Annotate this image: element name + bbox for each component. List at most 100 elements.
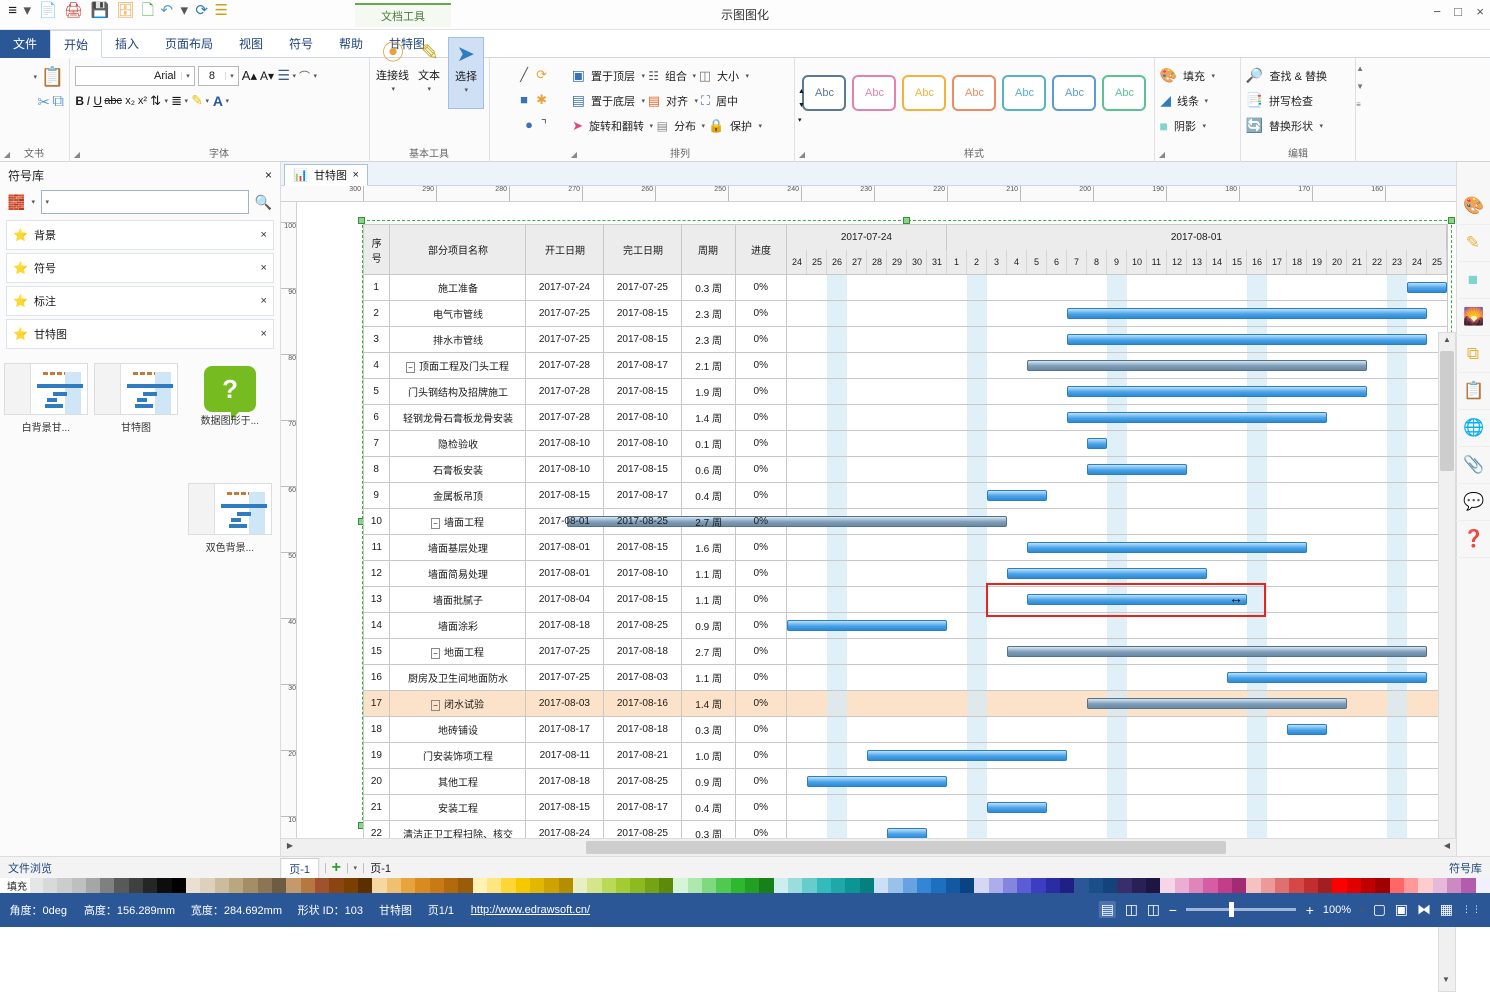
font-size-combo[interactable]: ▾ 8: [198, 65, 239, 86]
protect-caret-icon[interactable]: ▾: [758, 122, 762, 130]
palette-swatch[interactable]: [415, 878, 430, 893]
gantt-bar[interactable]: [1007, 568, 1207, 579]
style-swatch[interactable]: Abc: [802, 74, 847, 111]
horizontal-scroll-thumb[interactable]: [586, 841, 1226, 854]
print-icon[interactable]: 🖨: [64, 2, 83, 19]
gantt-bar-cell[interactable]: [786, 482, 1448, 509]
replace-shape-caret-icon[interactable]: ▾: [1319, 122, 1323, 130]
grid-icon[interactable]: ▦: [1440, 901, 1453, 918]
protect-button[interactable]: 保护: [727, 117, 755, 135]
palette-swatch[interactable]: [186, 878, 201, 893]
palette-swatch[interactable]: [128, 878, 144, 893]
gantt-bar-cell[interactable]: [786, 274, 1448, 301]
distribute-button[interactable]: 分布: [671, 117, 699, 135]
favorite-icon[interactable]: ⭐: [13, 228, 28, 242]
style-swatch[interactable]: Abc: [852, 74, 897, 111]
cell-start-date[interactable]: 2017-07-28: [525, 352, 604, 379]
cell-end-date[interactable]: 2017-08-21: [603, 742, 682, 769]
italic-icon[interactable]: I: [87, 94, 90, 108]
palette-swatch[interactable]: [343, 878, 359, 893]
gantt-bar[interactable]: [1407, 282, 1447, 293]
save-as-icon[interactable]: 🗄: [116, 2, 135, 19]
palette-swatch[interactable]: [888, 878, 903, 893]
palette-swatch[interactable]: [830, 878, 846, 893]
palette-swatch[interactable]: [544, 878, 559, 893]
cell-progress[interactable]: 0%: [735, 378, 787, 405]
gantt-bar[interactable]: [1067, 334, 1427, 345]
cell-task-name[interactable]: 地砖铺设: [389, 716, 526, 743]
table-row[interactable]: 0% 0.3 周 2017-08-18 2017-08-17 地砖铺设 18: [363, 716, 1448, 743]
gantt-bar-cell[interactable]: [786, 300, 1448, 327]
palette-swatch[interactable]: [1289, 878, 1304, 893]
export-icon[interactable]: ☰: [215, 2, 228, 19]
palette-swatch[interactable]: [1074, 878, 1089, 893]
decrease-font-icon[interactable]: A▾: [260, 69, 274, 83]
cell-progress[interactable]: 0%: [735, 300, 787, 327]
gantt-bar-cell[interactable]: [786, 690, 1448, 717]
connector-tool-button[interactable]: ⦿ 连接线 ▾: [375, 37, 411, 109]
column-header-task-name[interactable]: 部分项目名称: [389, 224, 526, 275]
palette-swatch[interactable]: [931, 878, 946, 893]
list-item[interactable]: × 背景 ⭐: [6, 220, 274, 250]
gantt-bar-cell[interactable]: [786, 560, 1448, 587]
snap-icon[interactable]: ⧓: [1417, 901, 1431, 918]
palette-swatch[interactable]: [1260, 878, 1276, 893]
table-row[interactable]: 0% 0.6 周 2017-08-15 2017-08-10 石膏板安装 8: [363, 456, 1448, 483]
file-browser-toggle[interactable]: 文件浏览: [8, 860, 52, 876]
gantt-bar-cell[interactable]: [786, 768, 1448, 795]
palette-swatch[interactable]: [845, 878, 860, 893]
column-header-end-date[interactable]: 完工日期: [603, 224, 682, 275]
palette-swatch[interactable]: [1404, 878, 1419, 893]
palette-swatch[interactable]: [487, 878, 502, 893]
scroll-down-button[interactable]: ▼: [1438, 975, 1454, 991]
close-icon[interactable]: ×: [265, 168, 272, 182]
palette-swatch[interactable]: [1318, 878, 1333, 893]
gantt-bar[interactable]: [1027, 360, 1367, 371]
cell-duration[interactable]: 2.7 周: [681, 638, 736, 665]
cell-start-date[interactable]: 2017-08-03: [525, 690, 604, 717]
chevron-down-icon[interactable]: ▾: [391, 85, 395, 93]
collapse-icon[interactable]: −: [431, 518, 440, 529]
cell-start-date[interactable]: 2017-07-25: [525, 300, 604, 327]
picture-icon[interactable]: 🌄: [1456, 299, 1490, 336]
gantt-bar-cell[interactable]: [786, 664, 1448, 691]
cell-start-date[interactable]: 2017-08-17: [525, 716, 604, 743]
gantt-bar[interactable]: [1287, 724, 1327, 735]
palette-swatch[interactable]: [315, 878, 330, 893]
table-row[interactable]: 0% 0.4 周 2017-08-17 2017-08-15 安装工程 21: [363, 794, 1448, 821]
table-row[interactable]: 0% 1.4 周 2017-08-16 2017-08-03 闭水试验− 17: [363, 690, 1448, 717]
fill-button[interactable]: 填充: [1180, 67, 1208, 85]
gantt-bar[interactable]: [807, 776, 947, 787]
ribbon-tab-bar[interactable]: 甘特图 帮助 符号 视图 页面布局 插入 开始 文件: [0, 30, 1490, 58]
new-icon[interactable]: 🗋: [142, 2, 154, 19]
bring-to-front-button[interactable]: 置于顶层: [588, 67, 638, 85]
list-item[interactable]: × 甘特图 ⭐: [6, 319, 274, 349]
cell-duration[interactable]: 1.1 周: [681, 664, 736, 691]
palette-swatch[interactable]: [573, 878, 588, 893]
gantt-bar-cell[interactable]: [786, 612, 1448, 639]
paste-icon[interactable]: 📋: [40, 65, 64, 89]
more-commands-icon[interactable]: ≡: [8, 2, 17, 19]
find-replace-button[interactable]: 查找 & 替换: [1266, 67, 1329, 85]
cell-task-name[interactable]: 施工准备: [389, 274, 526, 301]
replace-shape-button[interactable]: 替换形状: [1266, 117, 1316, 135]
color-palette[interactable]: 填充: [0, 878, 1490, 893]
library-thumbnail-card[interactable]: 白背景甘...: [2, 363, 90, 434]
favorite-icon[interactable]: ⭐: [13, 294, 28, 308]
strikethrough-icon[interactable]: abc: [105, 95, 123, 107]
font-color-icon[interactable]: A: [212, 93, 222, 109]
palette-swatch[interactable]: [916, 878, 932, 893]
cell-task-name[interactable]: 门安装饰项工程: [389, 742, 526, 769]
library-thumbnail-card[interactable]: 甘特图: [92, 363, 180, 434]
cell-progress[interactable]: 0%: [735, 352, 787, 379]
palette-swatch[interactable]: [1088, 878, 1104, 893]
gantt-chart-shape[interactable]: 2017-08-01 2017-07-24 25 24 23 22 21 20 19 18 17 1…: [363, 224, 1448, 847]
curve-shape-icon[interactable]: ⟳: [536, 67, 547, 83]
styles-dialog-launcher[interactable]: ◢: [799, 150, 805, 159]
cell-end-date[interactable]: 2017-08-18: [603, 716, 682, 743]
palette-swatch[interactable]: [1361, 878, 1376, 893]
palette-swatch[interactable]: [71, 878, 86, 893]
palette-swatch[interactable]: [1017, 878, 1032, 893]
paragraph-align-icon[interactable]: ☰: [277, 67, 290, 84]
palette-swatch[interactable]: [988, 878, 1003, 893]
